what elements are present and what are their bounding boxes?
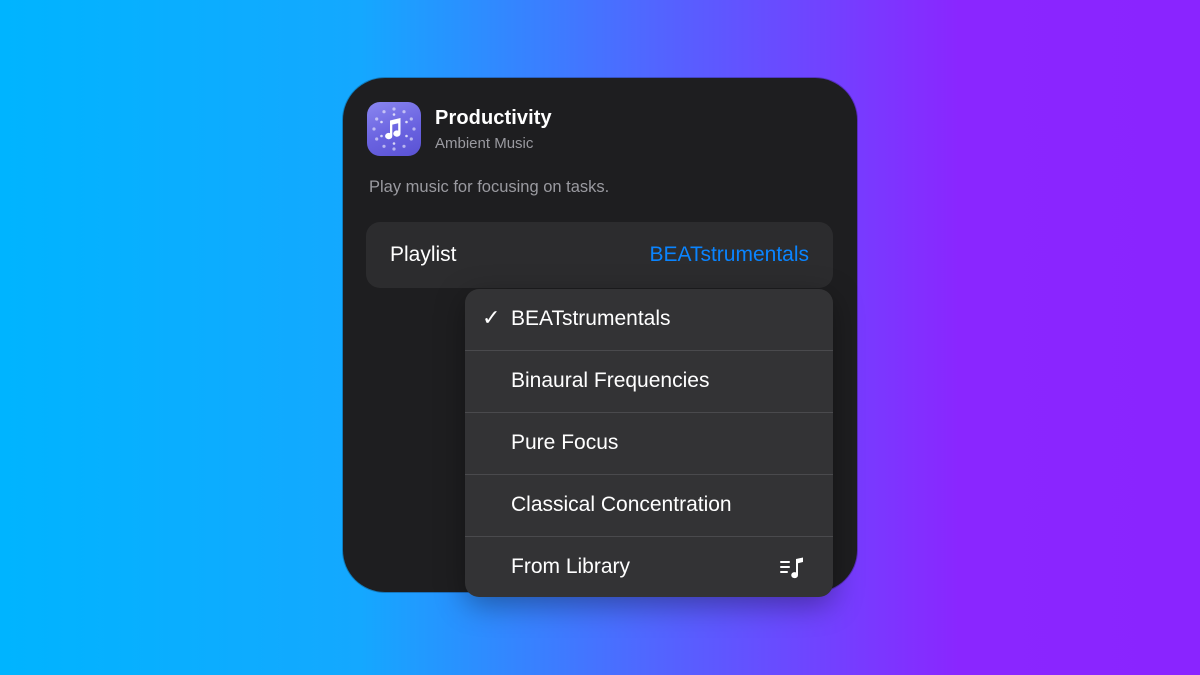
playlist-dropdown-menu: ✓ BEATstrumentals Binaural Frequencies P… [465, 289, 833, 597]
playlist-value[interactable]: BEATstrumentals [650, 243, 810, 267]
menu-item-classical-concentration[interactable]: Classical Concentration [465, 475, 833, 537]
menu-item-pure-focus[interactable]: Pure Focus [465, 413, 833, 475]
menu-item-label: Classical Concentration [511, 493, 732, 516]
menu-item-binaural-frequencies[interactable]: Binaural Frequencies [465, 351, 833, 413]
menu-item-label: BEATstrumentals [511, 307, 671, 330]
music-note-sparkle-icon [367, 102, 421, 156]
menu-item-label: Pure Focus [511, 431, 619, 454]
app-title: Productivity [435, 107, 552, 129]
shortcut-description: Play music for focusing on tasks. [369, 178, 610, 196]
menu-item-label: Binaural Frequencies [511, 369, 710, 392]
checkmark-icon: ✓ [482, 305, 501, 330]
menu-item-label: From Library [511, 555, 631, 578]
playlist-parameter-row[interactable]: Playlist BEATstrumentals [366, 222, 833, 288]
menu-item-from-library[interactable]: From Library [465, 537, 833, 597]
app-subtitle: Ambient Music [435, 135, 534, 152]
playlist-label: Playlist [390, 243, 457, 266]
music-library-icon [779, 555, 805, 581]
menu-item-beatstrumentals[interactable]: ✓ BEATstrumentals [465, 289, 833, 351]
